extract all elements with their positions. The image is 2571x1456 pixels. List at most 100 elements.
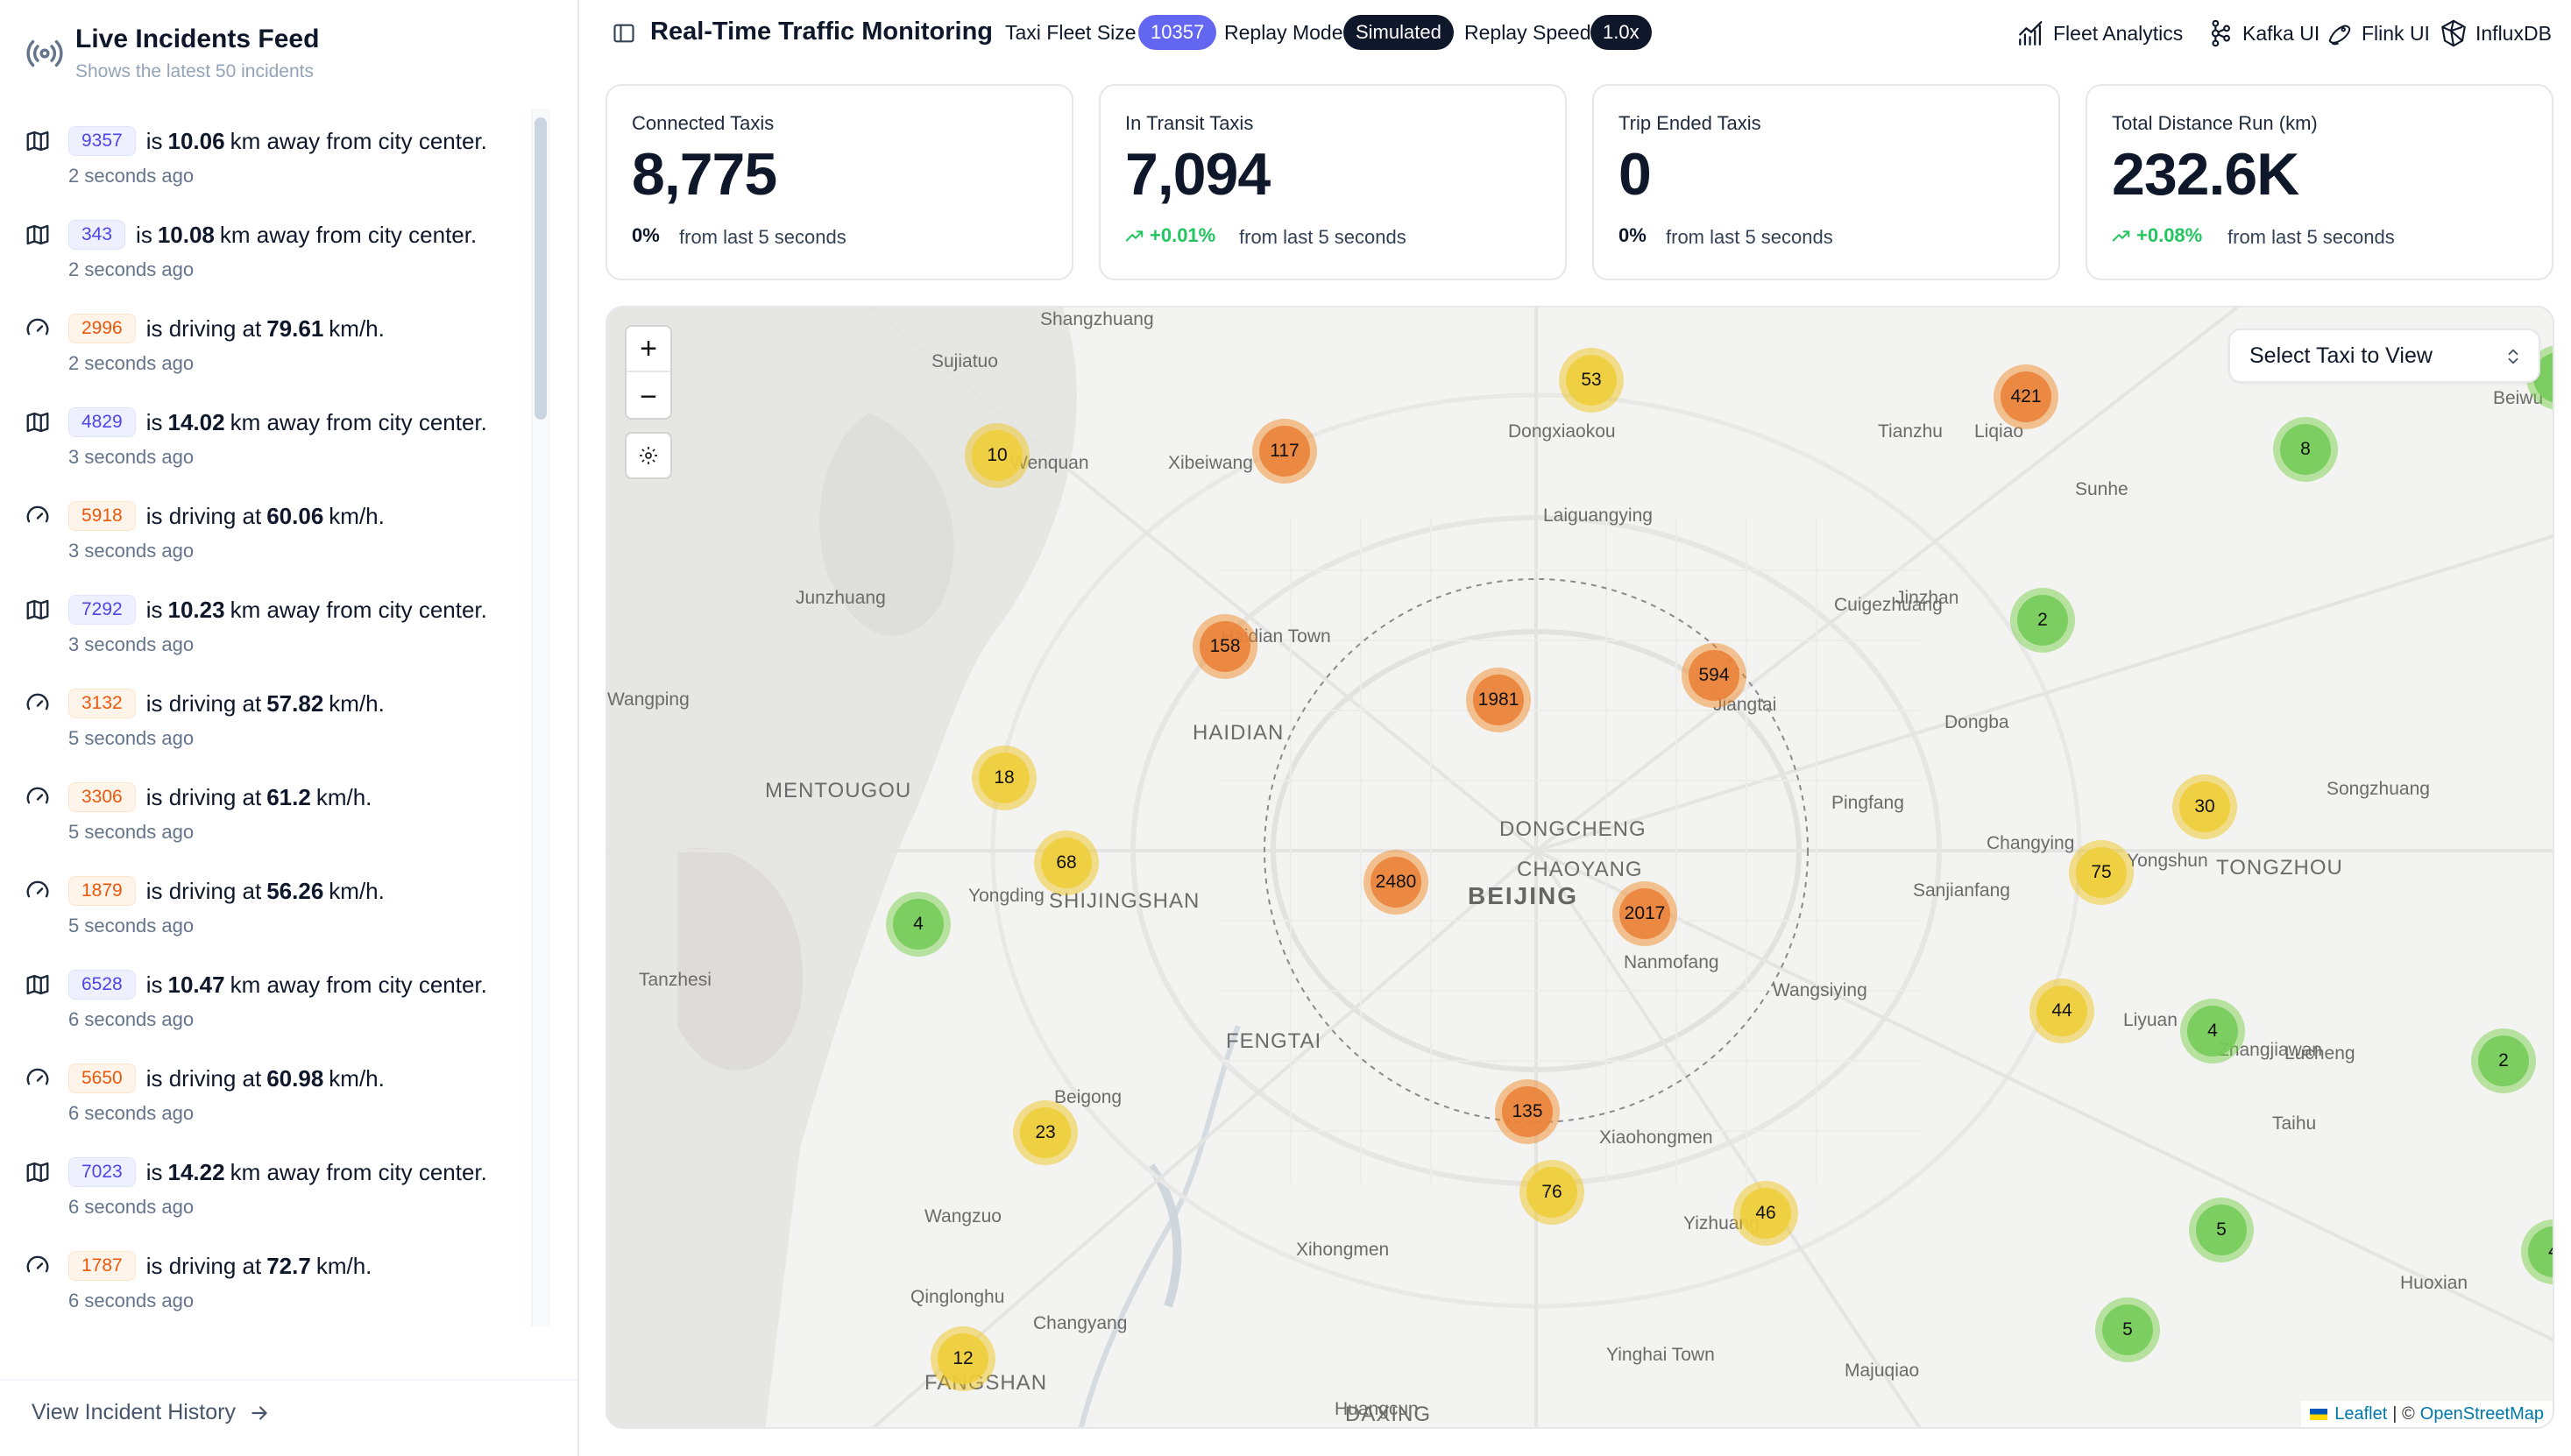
sidebar-title: Live Incidents Feed xyxy=(75,25,320,53)
taxi-cluster-marker[interactable]: 4 xyxy=(886,892,951,957)
taxi-cluster-marker[interactable]: 5 xyxy=(2189,1198,2254,1262)
taxi-cluster-marker[interactable]: 135 xyxy=(1495,1079,1560,1144)
taxi-id-badge[interactable]: 1787 xyxy=(68,1251,136,1281)
taxi-cluster-marker[interactable]: 23 xyxy=(1013,1100,1078,1165)
incident-item[interactable]: 4829 is 14.02 km away from city center. 3 se… xyxy=(0,390,526,483)
replay-mode-label: Replay Mode xyxy=(1224,21,1343,44)
incident-item[interactable]: 9357 is 10.06 km away from city center. 2 se… xyxy=(0,109,526,201)
incident-item[interactable]: 3132 is driving at 57.82 km/h. 5 seconds ago xyxy=(0,671,526,764)
taxi-cluster-marker[interactable]: 8 xyxy=(2273,417,2338,482)
stat-change-value: 0% xyxy=(632,224,660,246)
traffic-map[interactable]: Shangzhuang Sujiatuo Dongxiaokou Tianzhu Liq… xyxy=(606,306,2554,1429)
taxi-cluster-marker[interactable]: 18 xyxy=(972,746,1037,810)
taxi-cluster-marker[interactable]: 2 xyxy=(2010,588,2075,653)
cluster-count: 158 xyxy=(1200,621,1250,672)
incident-message: 1879 is driving at 56.26 km/h. xyxy=(68,876,385,906)
taxi-cluster-marker[interactable]: 2017 xyxy=(1612,881,1677,946)
zoom-out-button[interactable]: − xyxy=(627,374,670,420)
map-place-label: Beigong xyxy=(1054,1087,1123,1107)
incident-feed-list[interactable]: 9357 is 10.06 km away from city center. 2 se… xyxy=(0,109,552,1326)
taxi-cluster-marker[interactable]: 4 xyxy=(2180,999,2245,1064)
kafka-ui-link[interactable]: Kafka UI xyxy=(2206,16,2320,51)
incident-item[interactable]: 7023 is 14.22 km away from city center. 6 se… xyxy=(0,1140,526,1233)
incident-text-prefix: is driving at xyxy=(145,502,262,529)
taxi-id-badge[interactable]: 343 xyxy=(68,220,126,250)
incident-text-prefix: is driving at xyxy=(145,1252,262,1279)
incident-text-prefix: is xyxy=(136,221,152,248)
influxdb-link[interactable]: InfluxDB xyxy=(2439,16,2552,51)
taxi-cluster-marker[interactable]: 1981 xyxy=(1466,668,1531,732)
taxi-cluster-marker[interactable]: 594 xyxy=(1682,643,1746,708)
incident-text-prefix: is driving at xyxy=(145,1064,262,1092)
incident-item[interactable]: 5918 is driving at 60.06 km/h. 3 seconds ago xyxy=(0,484,526,576)
taxi-id-badge[interactable]: 4829 xyxy=(68,407,136,437)
taxi-cluster-marker[interactable]: 46 xyxy=(1733,1181,1798,1246)
taxi-id-badge[interactable]: 3132 xyxy=(68,689,136,718)
flink-ui-link[interactable]: Flink UI xyxy=(2325,16,2430,51)
incident-item[interactable]: 5650 is driving at 60.98 km/h. 6 seconds ago xyxy=(0,1046,526,1139)
taxi-id-badge[interactable]: 1879 xyxy=(68,876,136,906)
taxi-cluster-marker[interactable]: 2480 xyxy=(1363,850,1428,915)
taxi-cluster-marker[interactable]: 76 xyxy=(1519,1160,1584,1225)
taxi-cluster-marker[interactable]: 68 xyxy=(1034,830,1099,895)
taxi-cluster-marker[interactable]: 53 xyxy=(1559,348,1624,413)
fleet-analytics-link[interactable]: Fleet Analytics xyxy=(2016,16,2183,51)
taxi-id-badge[interactable]: 7292 xyxy=(68,595,136,625)
taxi-cluster-marker[interactable]: 2 xyxy=(2471,1028,2536,1093)
toggle-sidebar-icon[interactable] xyxy=(611,21,637,46)
select-taxi-dropdown[interactable]: Select Taxi to View xyxy=(2228,329,2540,383)
taxi-id-badge[interactable]: 5650 xyxy=(68,1064,136,1093)
leaflet-link[interactable]: Leaflet xyxy=(2334,1404,2387,1424)
cluster-count: 12 xyxy=(938,1333,988,1384)
incident-item[interactable]: 7292 is 10.23 km away from city center. 3 se… xyxy=(0,577,526,670)
taxi-id-badge[interactable]: 2996 xyxy=(68,314,136,343)
taxi-cluster-marker[interactable]: 158 xyxy=(1193,614,1257,679)
taxi-cluster-marker[interactable]: 421 xyxy=(1994,364,2058,429)
incident-item[interactable]: 343 is 10.08 km away from city center. 2 sec… xyxy=(0,202,526,295)
map-place-label: TONGZHOU xyxy=(2216,856,2343,880)
incident-value: 60.06 xyxy=(266,502,324,529)
incident-item[interactable]: 3306 is driving at 61.2 km/h. 5 seconds ago xyxy=(0,765,526,858)
stat-label: Total Distance Run (km) xyxy=(2112,112,2318,134)
openstreetmap-link[interactable]: OpenStreetMap xyxy=(2420,1404,2544,1424)
incident-item[interactable]: 1787 is driving at 72.7 km/h. 6 seconds ago xyxy=(0,1233,526,1326)
replay-mode-badge: Simulated xyxy=(1343,15,1454,50)
taxi-id-badge[interactable]: 3306 xyxy=(68,782,136,812)
view-incident-history-link[interactable]: View Incident History xyxy=(32,1400,271,1425)
incident-timestamp: 5 seconds ago xyxy=(68,915,195,937)
map-place-label: Qinglonghu xyxy=(910,1287,1005,1307)
taxi-cluster-marker[interactable]: 30 xyxy=(2172,774,2237,839)
incident-item[interactable]: 6528 is 10.47 km away from city center. 6 se… xyxy=(0,952,526,1045)
taxi-cluster-marker[interactable]: 75 xyxy=(2069,840,2134,905)
taxi-id-badge[interactable]: 9357 xyxy=(68,126,136,156)
zoom-in-button[interactable]: + xyxy=(627,327,670,372)
incident-item[interactable]: 1879 is driving at 56.26 km/h. 5 seconds ago xyxy=(0,859,526,951)
taxi-cluster-marker[interactable]: 10 xyxy=(965,423,1030,488)
taxi-cluster-marker[interactable]: 117 xyxy=(1252,419,1317,484)
map-place-label: Laiguangying xyxy=(1543,505,1653,526)
incident-message: 2996 is driving at 79.61 km/h. xyxy=(68,314,385,343)
stat-card-in-transit-taxis: In Transit Taxis 7,094 +0.01% from last … xyxy=(1099,84,1567,280)
feed-scrollbar-thumb[interactable] xyxy=(535,117,547,420)
fleet-size-label: Taxi Fleet Size xyxy=(1005,21,1137,44)
incident-text-prefix: is xyxy=(145,971,163,998)
map-settings-button[interactable] xyxy=(625,432,672,479)
taxi-cluster-marker[interactable]: 12 xyxy=(931,1326,995,1391)
stat-change: +0.01% xyxy=(1125,224,1215,247)
app-title: Real-Time Traffic Monitoring xyxy=(650,18,994,46)
incident-message: 3132 is driving at 57.82 km/h. xyxy=(68,689,385,718)
cluster-count: 4 xyxy=(2528,1226,2553,1277)
taxi-id-badge[interactable]: 5918 xyxy=(68,501,136,531)
taxi-cluster-marker[interactable]: 5 xyxy=(2095,1297,2160,1362)
gear-icon xyxy=(640,447,657,464)
gauge-icon xyxy=(25,1253,51,1279)
gauge-icon xyxy=(25,503,51,529)
incident-value: 72.7 xyxy=(266,1252,311,1279)
incident-text-prefix: is driving at xyxy=(145,783,262,810)
taxi-cluster-marker[interactable]: 44 xyxy=(2029,979,2094,1043)
incident-item[interactable]: 2996 is driving at 79.61 km/h. 2 seconds ago xyxy=(0,296,526,389)
map-place-label: FENGTAI xyxy=(1226,1029,1322,1053)
taxi-id-badge[interactable]: 6528 xyxy=(68,970,136,1000)
arrow-right-icon xyxy=(251,1405,267,1420)
taxi-id-badge[interactable]: 7023 xyxy=(68,1157,136,1187)
